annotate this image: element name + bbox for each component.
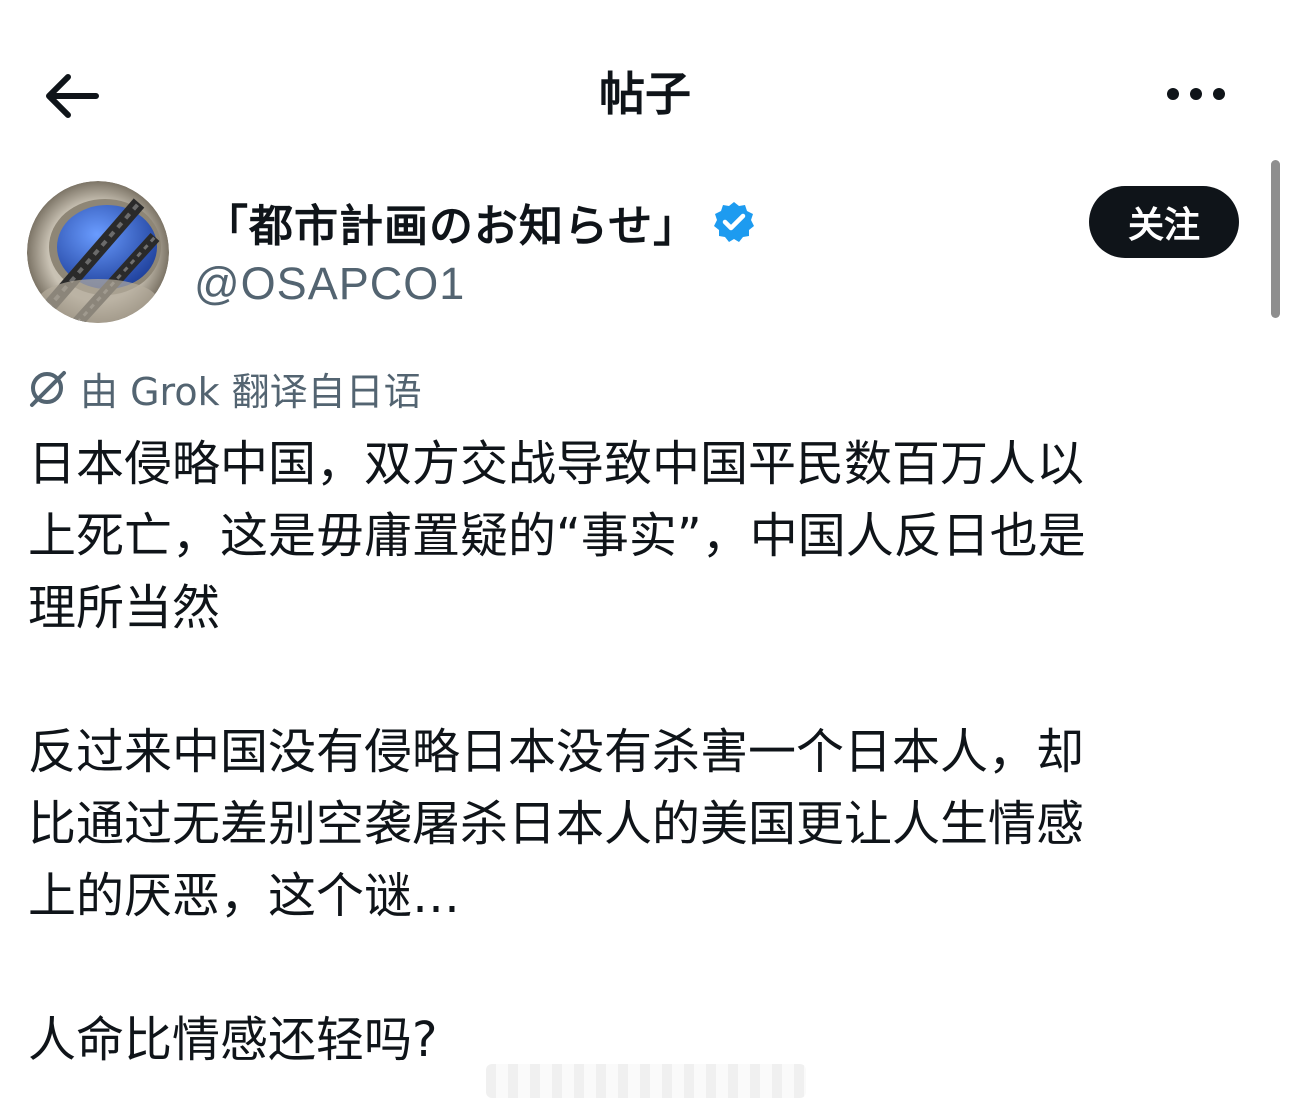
author-name[interactable]: 「都市計画のお知らせ」	[204, 190, 756, 254]
more-horizontal-icon	[1167, 88, 1225, 100]
author-handle[interactable]: @OSAPCO1	[194, 254, 465, 314]
display-name: 「都市計画のお知らせ」	[204, 201, 699, 252]
translation-note[interactable]: 由 Grok 翻译自日语	[26, 360, 422, 416]
watermark	[486, 1064, 806, 1098]
page-title: 帖子	[599, 67, 691, 121]
translation-label: 由 Grok 翻译自日语	[80, 369, 422, 414]
back-button[interactable]	[40, 66, 104, 126]
scrollbar[interactable]	[1271, 160, 1280, 318]
more-options-button[interactable]	[1160, 70, 1232, 118]
follow-button[interactable]: 关注	[1089, 186, 1239, 258]
post-paragraph: 反过来中国没有侵略日本没有杀害一个日本人，却 比通过无差别空袭屠杀日本人的美国更…	[28, 724, 1085, 924]
avatar[interactable]	[27, 181, 169, 323]
verified-badge-icon	[714, 202, 755, 242]
post-text: 日本侵略中国，双方交战导致中国平民数百万人以 上死亡，这是毋庸置疑的“事实”，中…	[28, 428, 1228, 1076]
grok-icon	[30, 371, 66, 407]
post-paragraph: 日本侵略中国，双方交战导致中国平民数百万人以 上死亡，这是毋庸置疑的“事实”，中…	[28, 436, 1086, 636]
top-bar: 帖子	[0, 0, 1290, 190]
avatar-image	[27, 181, 169, 323]
arrow-left-icon	[46, 74, 99, 118]
